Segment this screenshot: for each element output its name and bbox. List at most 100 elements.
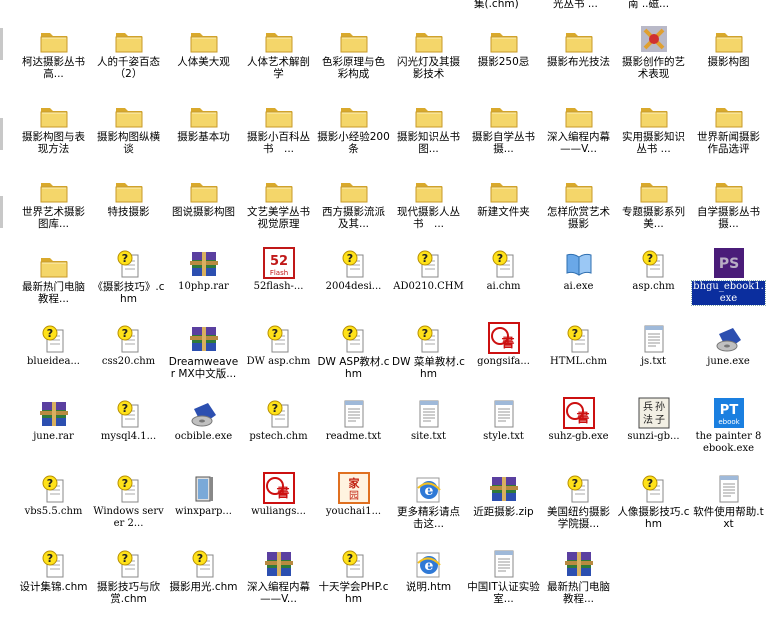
file-item[interactable]: 实用摄影知识丛书 ... (616, 95, 691, 169)
file-item[interactable]: 摄影构图 (691, 20, 766, 94)
file-item[interactable]: 深入编程内幕——V... (241, 545, 316, 619)
file-item[interactable]: winxparp... (166, 470, 241, 544)
file-label: style.txt (483, 431, 524, 442)
file-label: AD0210.CHM (393, 281, 464, 292)
svg-text:?: ? (346, 252, 352, 265)
file-label: ai.chm (486, 281, 521, 292)
file-item[interactable]: ? DW ASP教材.chm (316, 320, 391, 394)
file-item[interactable]: 图说摄影构图 (166, 170, 241, 244)
svg-text:e: e (424, 483, 433, 499)
file-item[interactable]: ? 摄影用光.chm (166, 545, 241, 619)
file-label: 现代摄影人丛书 ... (397, 206, 460, 230)
file-label: vbs5.5.chm (24, 506, 83, 517)
file-item[interactable]: 摄影小经验200条 (316, 95, 391, 169)
file-item[interactable]: 自学摄影丛书 摄... (691, 170, 766, 244)
file-item[interactable]: 家 园 youchai1... (316, 470, 391, 544)
file-item[interactable]: ? 美国纽约摄影学院摄... (541, 470, 616, 544)
file-item[interactable]: ? vbs5.5.chm (16, 470, 91, 544)
file-item[interactable]: 兵孙法子 sunzi-gb... (616, 395, 691, 469)
file-item[interactable]: ? 十天学会PHP.chm (316, 545, 391, 619)
file-item[interactable]: ? asp.chm (616, 245, 691, 319)
svg-text:52: 52 (269, 254, 287, 269)
file-item[interactable]: ai.exe (541, 245, 616, 319)
file-item[interactable]: e 说明.htm (391, 545, 466, 619)
file-item[interactable]: june.rar (16, 395, 91, 469)
file-item[interactable]: 10php.rar (166, 245, 241, 319)
file-item[interactable]: 摄影基本功 (166, 95, 241, 169)
file-item[interactable]: ? Windows server 2... (91, 470, 166, 544)
file-item[interactable]: ? 《摄影技巧》.chm (91, 245, 166, 319)
file-item[interactable]: 西方摄影流派及其... (316, 170, 391, 244)
file-item[interactable]: 書 wuliangs... (241, 470, 316, 544)
red-book-icon: 書 (262, 470, 296, 504)
file-item[interactable]: 文艺美学丛书 视觉原理 (241, 170, 316, 244)
chm-icon: ? (337, 245, 371, 279)
file-item[interactable]: 最新热门电脑教程... (541, 545, 616, 619)
file-item[interactable]: 摄影250忌 (466, 20, 541, 94)
file-item[interactable]: style.txt (466, 395, 541, 469)
file-item[interactable]: readme.txt (316, 395, 391, 469)
file-item[interactable]: ? 2004desi... (316, 245, 391, 319)
file-item[interactable]: ? HTML.chm (541, 320, 616, 394)
file-item[interactable]: 摄影自学丛书 摄... (466, 95, 541, 169)
file-item[interactable]: 中国IT认证实验室... (466, 545, 541, 619)
file-item[interactable]: 软件使用帮助.txt (691, 470, 766, 544)
file-item[interactable]: 色彩原理与色彩构成 (316, 20, 391, 94)
file-item[interactable]: ? DW asp.chm (241, 320, 316, 394)
file-item[interactable]: ? css20.chm (91, 320, 166, 394)
chm-icon: ? (112, 395, 146, 429)
file-item[interactable]: js.txt (616, 320, 691, 394)
txt-icon (487, 395, 521, 429)
file-item[interactable]: 柯达摄影丛书 高... (16, 20, 91, 94)
file-item[interactable]: 闪光灯及其摄影技术 (391, 20, 466, 94)
file-label: 人像摄影技巧.chm (617, 506, 690, 530)
file-item[interactable]: 世界新闻摄影作品选评 (691, 95, 766, 169)
file-item[interactable]: 深入编程内幕——V... (541, 95, 616, 169)
file-item[interactable]: 人体艺术解剖学 (241, 20, 316, 94)
file-item[interactable]: PT ebook the painter 8 ebook.exe (691, 395, 766, 469)
svg-text:書: 書 (501, 335, 514, 351)
folder-icon (412, 95, 446, 129)
file-item[interactable]: 摄影知识丛书 图... (391, 95, 466, 169)
file-item[interactable]: ? mysql4.1... (91, 395, 166, 469)
file-item[interactable]: ? 人像摄影技巧.chm (616, 470, 691, 544)
file-item[interactable]: ? pstech.chm (241, 395, 316, 469)
file-item[interactable]: ? AD0210.CHM (391, 245, 466, 319)
file-item[interactable]: ocbible.exe (166, 395, 241, 469)
file-item[interactable]: 最新热门电脑教程... (16, 245, 91, 319)
file-item[interactable]: 近距摄影.zip (466, 470, 541, 544)
file-item[interactable]: Dreamweaver MX中文版... (166, 320, 241, 394)
file-item[interactable]: 现代摄影人丛书 ... (391, 170, 466, 244)
file-item[interactable]: 新建文件夹 (466, 170, 541, 244)
file-item[interactable]: 怎样欣赏艺术摄影 (541, 170, 616, 244)
file-item[interactable]: 書 gongsifa... (466, 320, 541, 394)
file-item[interactable]: ? DW 菜单教材.chm (391, 320, 466, 394)
file-item[interactable]: 专题摄影系列 美... (616, 170, 691, 244)
file-item[interactable]: 人体美大观 (166, 20, 241, 94)
file-item[interactable]: 人的千姿百态（2） (91, 20, 166, 94)
file-item[interactable]: ? 摄影技巧与欣赏.chm (91, 545, 166, 619)
file-item[interactable]: 摄影小百科丛书 ... (241, 95, 316, 169)
file-item[interactable]: 書 suhz-gb.exe (541, 395, 616, 469)
file-item[interactable]: 摄影创作的艺术表现 (616, 20, 691, 94)
folder-icon (562, 170, 596, 204)
file-item[interactable]: ? 设计集锦.chm (16, 545, 91, 619)
file-item[interactable]: 摄影构图与表现方法 (16, 95, 91, 169)
file-item[interactable]: ? ai.chm (466, 245, 541, 319)
file-item[interactable]: 摄影构图纵横谈 (91, 95, 166, 169)
file-item[interactable]: e 更多精彩请点击这... (391, 470, 466, 544)
file-item[interactable]: ? blueidea... (16, 320, 91, 394)
file-item[interactable]: 52 Flash 52flash-... (241, 245, 316, 319)
svg-text:兵: 兵 (643, 400, 653, 413)
folder-icon (637, 95, 671, 129)
file-item[interactable]: PS bhgu_ebook1.exe (691, 245, 766, 319)
sunzi-icon: 兵孙法子 (637, 395, 671, 429)
svg-text:?: ? (46, 477, 52, 490)
file-label: 摄影基本功 (177, 131, 230, 143)
file-item[interactable]: 世界艺术摄影图库... (16, 170, 91, 244)
file-item[interactable]: site.txt (391, 395, 466, 469)
file-item[interactable]: june.exe (691, 320, 766, 394)
file-label: 人的千姿百态（2） (97, 56, 160, 80)
file-item[interactable]: 摄影布光技法 (541, 20, 616, 94)
file-item[interactable]: 特技摄影 (91, 170, 166, 244)
